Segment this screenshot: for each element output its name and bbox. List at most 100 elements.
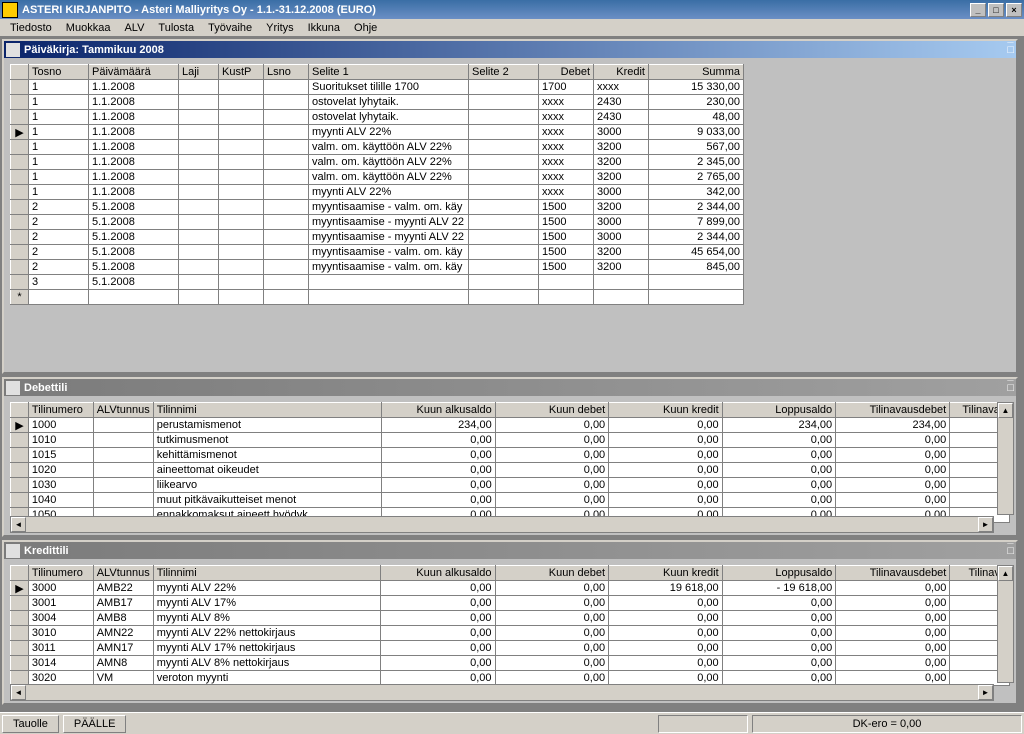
table-row[interactable]: 25.1.2008myyntisaamise - valm. om. käy15… bbox=[11, 245, 744, 260]
table-row[interactable]: 3011AMN17myynti ALV 17% nettokirjaus0,00… bbox=[11, 641, 1010, 656]
kredit-window: Kredittili _ □ × TilinumeroALVtunnusTili… bbox=[2, 540, 1018, 705]
kredit-vscroll[interactable]: ▲ bbox=[997, 565, 1014, 683]
menu-tulosta[interactable]: Tulosta bbox=[152, 20, 200, 36]
acct-col-header[interactable]: Tilinnimi bbox=[153, 566, 381, 581]
scroll-up-icon[interactable]: ▲ bbox=[998, 566, 1013, 581]
kredit-hscroll[interactable]: ◄ ► bbox=[10, 684, 994, 701]
table-row[interactable]: 3010AMN22myynti ALV 22% nettokirjaus0,00… bbox=[11, 626, 1010, 641]
table-row[interactable]: 3014AMN8myynti ALV 8% nettokirjaus0,000,… bbox=[11, 656, 1010, 671]
debet-titlebar[interactable]: Debettili _ □ × bbox=[4, 379, 1016, 396]
journal-minimize-button[interactable]: _ bbox=[1007, 37, 1014, 44]
kredit-titlebar[interactable]: Kredittili _ □ × bbox=[4, 542, 1016, 559]
journal-col-header[interactable]: Selite 2 bbox=[469, 65, 539, 80]
debet-minimize-button[interactable]: _ bbox=[1007, 370, 1014, 382]
minimize-button[interactable]: _ bbox=[970, 3, 986, 17]
maximize-button[interactable]: □ bbox=[988, 3, 1004, 17]
acct-col-header[interactable]: Tilinavausdebet bbox=[836, 566, 950, 581]
kredit-window-icon bbox=[6, 544, 20, 558]
table-row[interactable]: 25.1.2008myyntisaamise - valm. om. käy15… bbox=[11, 200, 744, 215]
scroll-left-icon[interactable]: ◄ bbox=[11, 517, 26, 532]
table-row[interactable]: 1020aineettomat oikeudet0,000,000,000,00… bbox=[11, 463, 1010, 478]
acct-col-header[interactable]: Loppusaldo bbox=[722, 403, 835, 418]
table-row[interactable]: 25.1.2008myyntisaamise - myynti ALV 2215… bbox=[11, 230, 744, 245]
table-row[interactable]: 1015kehittämismenot0,000,000,000,000,00 bbox=[11, 448, 1010, 463]
kredit-title: Kredittili bbox=[24, 545, 1007, 557]
scroll-right-icon[interactable]: ► bbox=[978, 517, 993, 532]
table-row[interactable]: ▶1000perustamismenot234,000,000,00234,00… bbox=[11, 418, 1010, 433]
table-row[interactable]: 25.1.2008myyntisaamise - myynti ALV 2215… bbox=[11, 215, 744, 230]
acct-col-header[interactable]: Tilinnimi bbox=[153, 403, 381, 418]
debet-body: TilinumeroALVtunnusTilinnimiKuun alkusal… bbox=[4, 396, 1016, 535]
table-row[interactable]: 1030liikearvo0,000,000,000,000,00 bbox=[11, 478, 1010, 493]
table-row[interactable]: 11.1.2008valm. om. käyttöön ALV 22%xxxx3… bbox=[11, 170, 744, 185]
menu-yritys[interactable]: Yritys bbox=[260, 20, 300, 36]
menu-ohje[interactable]: Ohje bbox=[348, 20, 383, 36]
table-row[interactable]: 11.1.2008myynti ALV 22%xxxx3000342,00 bbox=[11, 185, 744, 200]
acct-col-header[interactable]: Kuun kredit bbox=[609, 566, 723, 581]
table-row[interactable]: 11.1.2008valm. om. käyttöön ALV 22%xxxx3… bbox=[11, 140, 744, 155]
debet-vscroll[interactable]: ▲ bbox=[997, 402, 1014, 515]
table-row[interactable]: 25.1.2008myyntisaamise - valm. om. käy15… bbox=[11, 260, 744, 275]
paalle-button[interactable]: PÄÄLLE bbox=[63, 715, 127, 733]
journal-col-header[interactable]: Tosno bbox=[29, 65, 89, 80]
table-row[interactable]: 11.1.2008valm. om. käyttöön ALV 22%xxxx3… bbox=[11, 155, 744, 170]
table-row[interactable]: 3001AMB17myynti ALV 17%0,000,000,000,000… bbox=[11, 596, 1010, 611]
table-row[interactable]: 11.1.2008Suoritukset tilille 17001700xxx… bbox=[11, 80, 744, 95]
journal-col-header[interactable]: Laji bbox=[179, 65, 219, 80]
table-row[interactable]: ▶3000AMB22myynti ALV 22%0,000,0019 618,0… bbox=[11, 581, 1010, 596]
tauolle-button[interactable]: Tauolle bbox=[2, 715, 59, 733]
journal-col-header[interactable]: Lsno bbox=[264, 65, 309, 80]
journal-table[interactable]: TosnoPäivämääräLajiKustPLsnoSelite 1Seli… bbox=[10, 64, 744, 305]
acct-col-header[interactable]: Tilinumero bbox=[28, 403, 93, 418]
acct-col-header[interactable]: Kuun alkusaldo bbox=[381, 403, 495, 418]
journal-window: Päiväkirja: Tammikuu 2008 _ □ × TosnoPäi… bbox=[2, 39, 1018, 374]
kredit-minimize-button[interactable]: _ bbox=[1007, 533, 1014, 545]
acct-col-header[interactable]: Loppusaldo bbox=[722, 566, 836, 581]
journal-col-header[interactable]: Debet bbox=[539, 65, 594, 80]
debet-window: Debettili _ □ × TilinumeroALVtunnusTilin… bbox=[2, 377, 1018, 537]
debet-window-icon bbox=[6, 381, 20, 395]
acct-col-header[interactable]: Tilinavausdebet bbox=[836, 403, 950, 418]
table-row[interactable]: 1010tutkimusmenot0,000,000,000,000,00 bbox=[11, 433, 1010, 448]
debet-hscroll[interactable]: ◄ ► bbox=[10, 516, 994, 533]
acct-col-header[interactable]: ALVtunnus bbox=[93, 566, 153, 581]
close-button[interactable]: × bbox=[1006, 3, 1022, 17]
acct-col-header[interactable]: Kuun debet bbox=[495, 566, 609, 581]
acct-col-header[interactable]: Kuun alkusaldo bbox=[381, 566, 495, 581]
table-row[interactable]: 11.1.2008ostovelat lyhytaik.xxxx243048,0… bbox=[11, 110, 744, 125]
menu-tyovaihe[interactable]: Työvaihe bbox=[202, 20, 258, 36]
table-row[interactable]: 3004AMB8myynti ALV 8%0,000,000,000,000,0… bbox=[11, 611, 1010, 626]
scroll-up-icon[interactable]: ▲ bbox=[998, 403, 1013, 418]
journal-title: Päiväkirja: Tammikuu 2008 bbox=[24, 44, 1007, 56]
table-row[interactable]: 1040muut pitkävaikutteiset menot0,000,00… bbox=[11, 493, 1010, 508]
journal-col-header[interactable]: Kredit bbox=[594, 65, 649, 80]
debet-title: Debettili bbox=[24, 382, 1007, 394]
menu-alv[interactable]: ALV bbox=[118, 20, 150, 36]
acct-col-header[interactable]: ALVtunnus bbox=[93, 403, 153, 418]
app-titlebar: ASTERI KIRJANPITO - Asteri Malliyritys O… bbox=[0, 0, 1024, 19]
journal-col-header[interactable]: Päivämäärä bbox=[89, 65, 179, 80]
debet-table[interactable]: TilinumeroALVtunnusTilinnimiKuun alkusal… bbox=[10, 402, 1010, 523]
journal-col-header[interactable]: KustP bbox=[219, 65, 264, 80]
journal-col-header[interactable]: Summa bbox=[649, 65, 744, 80]
acct-col-header[interactable]: Kuun kredit bbox=[609, 403, 722, 418]
kredit-maximize-button[interactable]: □ bbox=[1007, 545, 1014, 557]
table-row[interactable]: * bbox=[11, 290, 744, 305]
debet-maximize-button[interactable]: □ bbox=[1007, 382, 1014, 394]
acct-col-header[interactable]: Kuun debet bbox=[495, 403, 608, 418]
table-row[interactable]: 35.1.2008 bbox=[11, 275, 744, 290]
journal-col-header[interactable]: Selite 1 bbox=[309, 65, 469, 80]
table-row[interactable]: ▶11.1.2008myynti ALV 22%xxxx30009 033,00 bbox=[11, 125, 744, 140]
journal-body: TosnoPäivämääräLajiKustPLsnoSelite 1Seli… bbox=[4, 58, 1016, 372]
kredit-table[interactable]: TilinumeroALVtunnusTilinnimiKuun alkusal… bbox=[10, 565, 1010, 686]
menu-ikkuna[interactable]: Ikkuna bbox=[302, 20, 346, 36]
journal-maximize-button[interactable]: □ bbox=[1007, 44, 1014, 56]
scroll-right-icon[interactable]: ► bbox=[978, 685, 993, 700]
table-row[interactable]: 11.1.2008ostovelat lyhytaik.xxxx2430230,… bbox=[11, 95, 744, 110]
scroll-left-icon[interactable]: ◄ bbox=[11, 685, 26, 700]
journal-window-icon bbox=[6, 43, 20, 57]
journal-titlebar[interactable]: Päiväkirja: Tammikuu 2008 _ □ × bbox=[4, 41, 1016, 58]
acct-col-header[interactable]: Tilinumero bbox=[28, 566, 93, 581]
menu-muokkaa[interactable]: Muokkaa bbox=[60, 20, 117, 36]
menu-tiedosto[interactable]: Tiedosto bbox=[4, 20, 58, 36]
